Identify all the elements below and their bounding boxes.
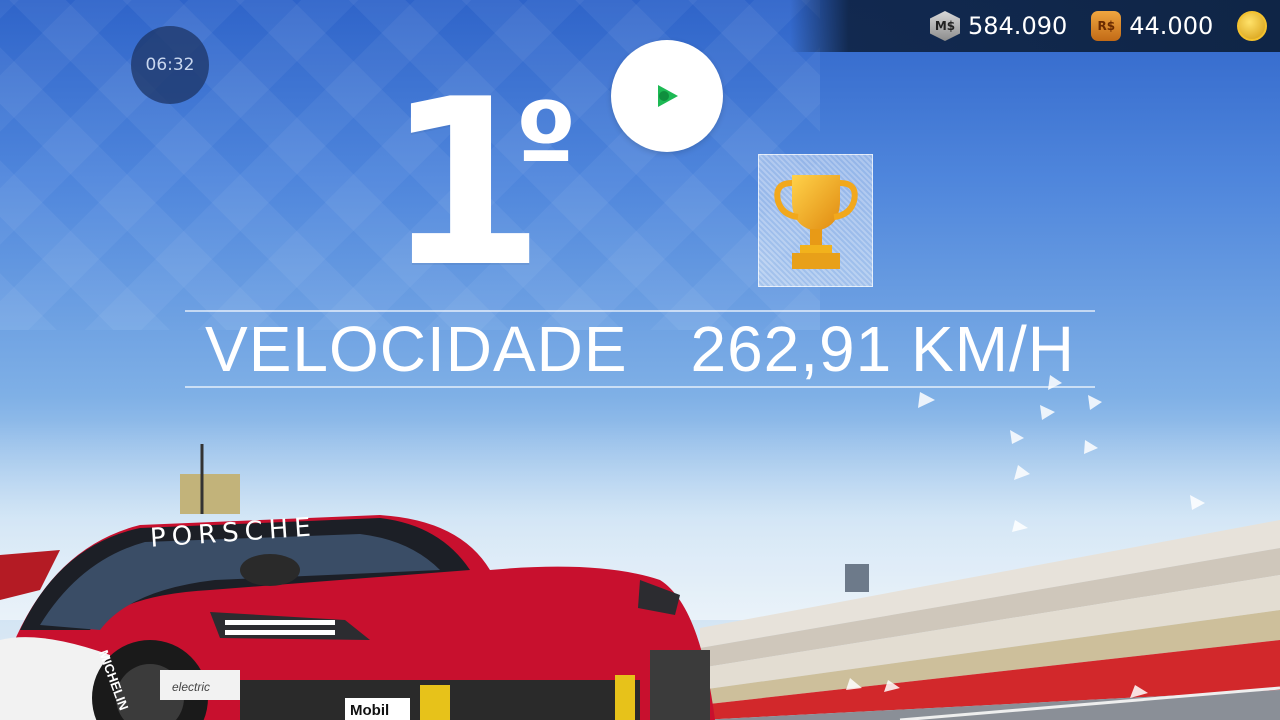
speed-value: 262,91 KM/H [690,313,1075,385]
speed-stat-row: VELOCIDADE 262,91 KM/H [185,310,1095,388]
finish-position-suffix: º [515,79,578,207]
currency-m-dollar[interactable]: M$ 584.090 [930,11,1067,41]
m-dollar-icon: M$ [930,11,960,41]
play-games-icon [658,85,678,107]
electric-badge-text: electric [172,680,211,694]
trophy-icon [773,174,858,269]
trophy-card [758,154,873,287]
record-gameplay-button[interactable] [611,40,723,152]
currency-gold[interactable] [1237,11,1268,41]
currency-r-dollar[interactable]: R$ 44.000 [1091,11,1213,41]
speed-label: VELOCIDADE [205,313,628,385]
race-timer: 06:32 [131,26,209,104]
gold-coin-icon [1237,11,1268,41]
m-dollar-amount: 584.090 [968,12,1068,40]
r-dollar-icon: R$ [1091,11,1122,41]
r-dollar-amount: 44.000 [1129,12,1214,40]
currency-bar: M$ 584.090 R$ 44.000 [790,0,1280,52]
sponsor-text: Mobil [350,702,390,719]
